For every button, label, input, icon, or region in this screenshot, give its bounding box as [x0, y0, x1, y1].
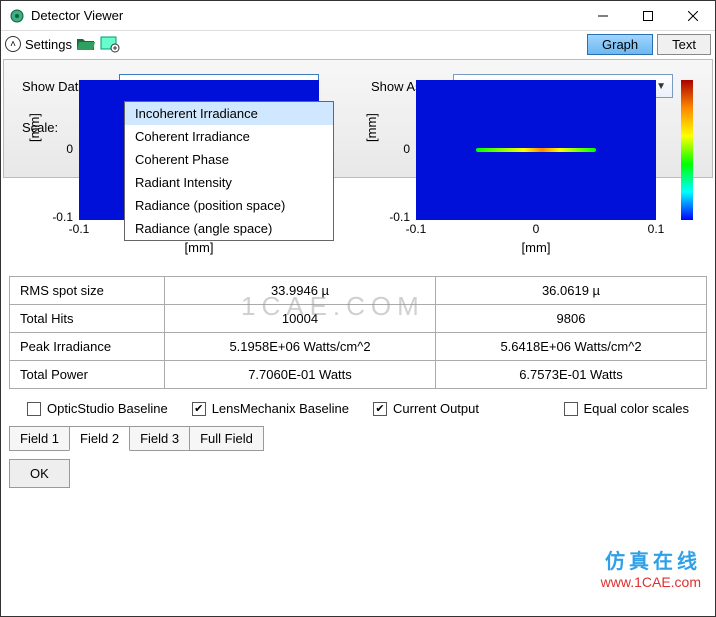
table-row: Peak Irradiance 5.1958E+06 Watts/cm^2 5.… — [10, 333, 706, 361]
tab-full-field[interactable]: Full Field — [189, 426, 264, 451]
maximize-icon — [643, 11, 653, 21]
collapse-icon[interactable]: ˄ — [5, 36, 21, 52]
window-controls — [580, 1, 715, 31]
row-label: RMS spot size — [10, 277, 165, 304]
x-tick: -0.1 — [69, 222, 90, 236]
y-axis-label: [mm] — [27, 113, 42, 142]
row-label: Total Hits — [10, 305, 165, 332]
checkbox-row: OpticStudio Baseline ✔ LensMechanix Base… — [1, 389, 715, 426]
current-output-label: Current Output — [393, 401, 479, 416]
equal-scales-label: Equal color scales — [584, 401, 690, 416]
x-axis-label: [mm] — [185, 240, 214, 255]
equal-scales-checkbox[interactable] — [564, 402, 578, 416]
row-value: 9806 — [436, 305, 706, 332]
text-tab[interactable]: Text — [657, 34, 711, 55]
folder-open-icon[interactable] — [76, 35, 96, 53]
plot-right: [mm] 0 -0.1 -0.1 0 0.1 [mm] — [358, 70, 695, 270]
opticstudio-label: OpticStudio Baseline — [47, 401, 168, 416]
minimize-icon — [598, 11, 608, 21]
x-tick: 0 — [533, 222, 540, 236]
row-label: Peak Irradiance — [10, 333, 165, 360]
current-output-checkbox[interactable]: ✔ — [373, 402, 387, 416]
row-value: 36.0619 µ — [436, 277, 706, 304]
row-value: 10004 — [165, 305, 436, 332]
tab-field-1[interactable]: Field 1 — [9, 426, 70, 451]
results-table: RMS spot size 33.9946 µ 36.0619 µ Total … — [9, 276, 707, 389]
tab-field-2[interactable]: Field 2 — [69, 426, 130, 451]
dropdown-item[interactable]: Radiance (position space) — [125, 194, 333, 217]
watermark: 仿真在线 www.1CAE.com — [601, 545, 701, 590]
x-tick: 0.1 — [648, 222, 665, 236]
table-row: Total Hits 10004 9806 — [10, 305, 706, 333]
window-title: Detector Viewer — [31, 8, 580, 23]
lensmechanix-checkbox[interactable]: ✔ — [192, 402, 206, 416]
row-label: Total Power — [10, 361, 165, 388]
opticstudio-checkbox[interactable] — [27, 402, 41, 416]
toolbar: ˄ Settings Graph Text — [1, 31, 715, 57]
lensmechanix-label: LensMechanix Baseline — [212, 401, 349, 416]
table-row: Total Power 7.7060E-01 Watts 6.7573E-01 … — [10, 361, 706, 388]
colorbar — [681, 80, 693, 220]
tab-field-3[interactable]: Field 3 — [129, 426, 190, 451]
show-data-dropdown: Incoherent Irradiance Coherent Irradianc… — [124, 101, 334, 241]
dropdown-item[interactable]: Coherent Phase — [125, 148, 333, 171]
dropdown-item[interactable]: Coherent Irradiance — [125, 125, 333, 148]
image-add-icon[interactable] — [100, 35, 120, 53]
row-value: 7.7060E-01 Watts — [165, 361, 436, 388]
row-value: 5.6418E+06 Watts/cm^2 — [436, 333, 706, 360]
plots-row: [mm] 0 -0.1 -0.1 0 0.1 [mm] [mm] 0 -0.1 … — [1, 70, 715, 270]
y-axis-label: [mm] — [364, 113, 379, 142]
watermark-url: www.1CAE.com — [601, 574, 701, 590]
minimize-button[interactable] — [580, 1, 625, 31]
app-icon — [9, 8, 25, 24]
row-value: 33.9946 µ — [165, 277, 436, 304]
dropdown-item[interactable]: Incoherent Irradiance — [125, 102, 333, 125]
row-value: 5.1958E+06 Watts/cm^2 — [165, 333, 436, 360]
close-button[interactable] — [670, 1, 715, 31]
close-icon — [688, 11, 698, 21]
y-tick: 0 — [66, 142, 73, 156]
dropdown-item[interactable]: Radiant Intensity — [125, 171, 333, 194]
x-tick: -0.1 — [406, 222, 427, 236]
titlebar: Detector Viewer — [1, 1, 715, 31]
settings-label[interactable]: Settings — [25, 37, 72, 52]
dropdown-item[interactable]: Radiance (angle space) — [125, 217, 333, 240]
x-axis-label: [mm] — [522, 240, 551, 255]
ok-row: OK — [1, 451, 715, 496]
graph-tab[interactable]: Graph — [587, 34, 653, 55]
table-row: RMS spot size 33.9946 µ 36.0619 µ — [10, 277, 706, 305]
plot-area — [416, 80, 656, 220]
row-value: 6.7573E-01 Watts — [436, 361, 706, 388]
y-tick: 0 — [403, 142, 410, 156]
watermark-cn: 仿真在线 — [601, 545, 701, 574]
maximize-button[interactable] — [625, 1, 670, 31]
ok-button[interactable]: OK — [9, 459, 70, 488]
field-tabs: Field 1 Field 2 Field 3 Full Field — [1, 426, 715, 451]
